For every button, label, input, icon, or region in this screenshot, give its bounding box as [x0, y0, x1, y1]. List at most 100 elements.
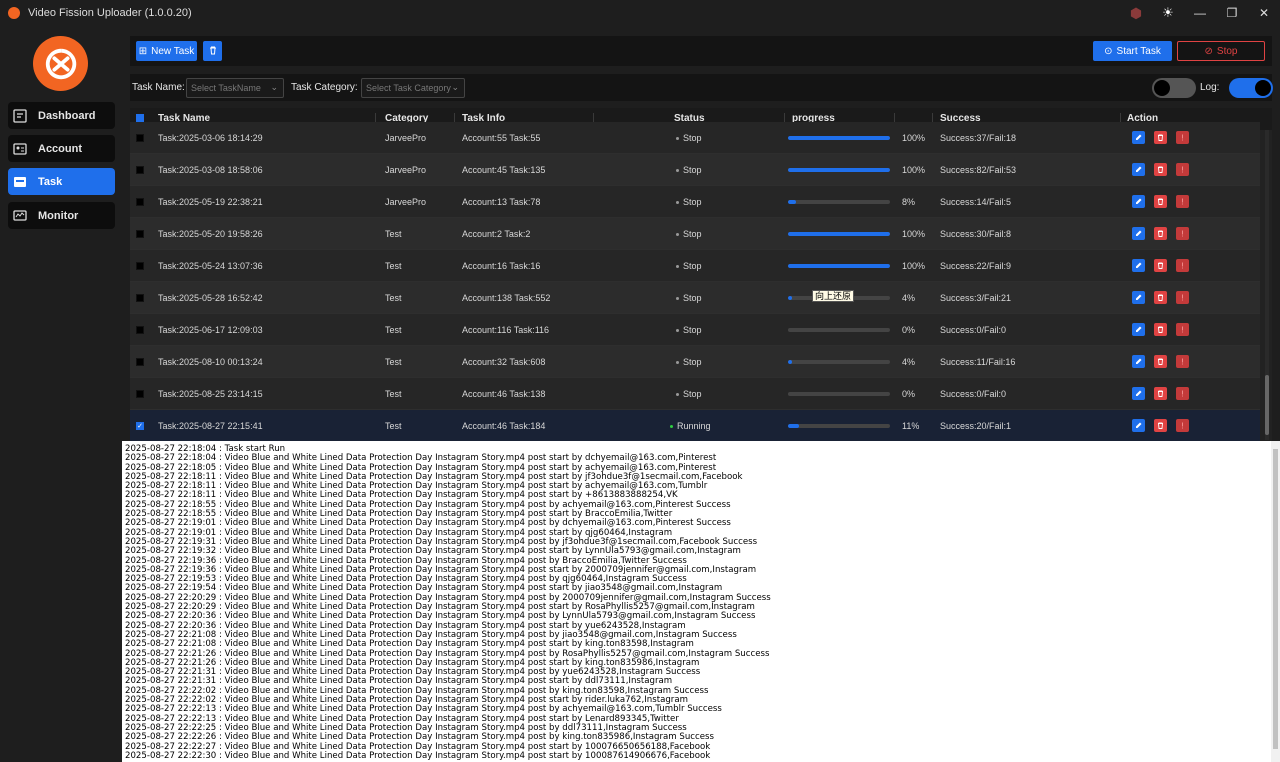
- row-checkbox[interactable]: [136, 326, 144, 334]
- delete-task-button[interactable]: [1154, 163, 1167, 176]
- sidebar-item-account[interactable]: Account: [8, 135, 115, 162]
- delete-task-button[interactable]: [1154, 291, 1167, 304]
- task-detail-button[interactable]: [1176, 419, 1189, 432]
- row-checkbox[interactable]: [136, 230, 144, 238]
- edit-task-button[interactable]: [1132, 355, 1145, 368]
- task-info-cell: Account:46 Task:184: [462, 421, 546, 431]
- minimize-icon[interactable]: —: [1184, 0, 1216, 26]
- table-scrollbar[interactable]: [1265, 130, 1269, 440]
- table-row[interactable]: Task:2025-08-25 23:14:15 Test Account:46…: [130, 378, 1260, 410]
- table-row[interactable]: Task:2025-06-17 12:09:03 Test Account:11…: [130, 314, 1260, 346]
- edit-task-button[interactable]: [1132, 387, 1145, 400]
- delete-task-button[interactable]: [1154, 227, 1167, 240]
- status-text: Stop: [683, 325, 702, 335]
- row-checkbox[interactable]: [136, 134, 144, 142]
- status-dot: [676, 137, 679, 141]
- edit-task-button[interactable]: [1132, 195, 1145, 208]
- edit-task-button[interactable]: [1132, 291, 1145, 304]
- edit-task-button[interactable]: [1132, 163, 1145, 176]
- close-icon[interactable]: ✕: [1248, 0, 1280, 26]
- success-cell: Success:11/Fail:16: [940, 357, 1016, 367]
- table-row[interactable]: Task:2025-05-19 22:38:21 JarveePro Accou…: [130, 186, 1260, 218]
- table-row[interactable]: Task:2025-05-20 19:58:26 Test Account:2 …: [130, 218, 1260, 250]
- chevron-down-icon: ⌄: [451, 82, 459, 92]
- table-row[interactable]: Task:2025-03-08 18:58:06 JarveePro Accou…: [130, 154, 1260, 186]
- task-detail-button[interactable]: [1176, 163, 1189, 176]
- edit-task-button[interactable]: [1132, 227, 1145, 240]
- status-text: Stop: [683, 229, 702, 239]
- scrollbar-thumb[interactable]: [1265, 375, 1269, 435]
- progress-text: 8%: [902, 197, 916, 207]
- theme-toggle-sun-icon[interactable]: ☀: [1152, 0, 1184, 26]
- edit-task-button[interactable]: [1132, 131, 1145, 144]
- row-checkbox[interactable]: [136, 198, 144, 206]
- status-text: Running: [677, 421, 711, 431]
- progress-bar: [788, 232, 890, 236]
- delete-task-button[interactable]: [1154, 195, 1167, 208]
- task-detail-button[interactable]: [1176, 355, 1189, 368]
- task-name-select[interactable]: Select TaskName ⌄: [186, 78, 284, 98]
- task-detail-button[interactable]: [1176, 291, 1189, 304]
- table-row[interactable]: Task:2025-05-28 16:52:42 Test Account:13…: [130, 282, 1260, 314]
- progress-fill: [788, 200, 797, 204]
- select-all-checkbox[interactable]: [136, 114, 144, 122]
- table-row[interactable]: Task:2025-05-24 13:07:36 Test Account:16…: [130, 250, 1260, 282]
- sidebar-item-task[interactable]: Task: [8, 168, 115, 195]
- auto-toggle-switch[interactable]: [1152, 78, 1196, 98]
- delete-task-button[interactable]: [1154, 131, 1167, 144]
- delete-task-button[interactable]: [1154, 419, 1167, 432]
- success-cell: Success:20/Fail:1: [940, 421, 1012, 431]
- settings-icon[interactable]: ⬢: [1120, 0, 1152, 26]
- row-checkbox[interactable]: [136, 358, 144, 366]
- scrollbar-thumb[interactable]: [1273, 449, 1278, 749]
- delete-task-button[interactable]: [1154, 355, 1167, 368]
- status-text: Stop: [683, 293, 702, 303]
- row-checkbox[interactable]: [136, 262, 144, 270]
- start-task-button[interactable]: ⊙ Start Task: [1093, 41, 1172, 61]
- task-detail-button[interactable]: [1176, 131, 1189, 144]
- category-cell: JarveePro: [385, 165, 427, 175]
- task-detail-button[interactable]: [1176, 323, 1189, 336]
- task-category-select[interactable]: Select Task Category ⌄: [361, 78, 465, 98]
- stop-icon: ⊘: [1204, 45, 1213, 57]
- new-task-button[interactable]: ⊞ New Task: [136, 41, 197, 61]
- task-detail-button[interactable]: [1176, 227, 1189, 240]
- category-cell: Test: [385, 357, 402, 367]
- row-checkbox[interactable]: ✓: [136, 422, 144, 430]
- sidebar-item-dashboard[interactable]: Dashboard: [8, 102, 115, 129]
- task-detail-button[interactable]: [1176, 259, 1189, 272]
- task-name-cell: Task:2025-05-28 16:52:42: [158, 293, 263, 303]
- delete-all-button[interactable]: [203, 41, 222, 61]
- status-cell: Stop: [676, 122, 702, 154]
- status-text: Stop: [683, 165, 702, 175]
- log-toggle-switch[interactable]: [1229, 78, 1273, 98]
- task-name-label: Task Name:: [132, 82, 185, 93]
- log-scrollbar[interactable]: [1271, 441, 1280, 762]
- row-checkbox[interactable]: [136, 390, 144, 398]
- edit-task-button[interactable]: [1132, 323, 1145, 336]
- edit-task-button[interactable]: [1132, 259, 1145, 272]
- delete-task-button[interactable]: [1154, 259, 1167, 272]
- progress-text: 4%: [902, 357, 916, 367]
- sidebar: Dashboard Account Task Monitor: [0, 26, 122, 762]
- category-cell: Test: [385, 325, 402, 335]
- table-row[interactable]: ✓ Task:2025-08-27 22:15:41 Test Account:…: [130, 410, 1260, 441]
- status-cell: Stop: [676, 186, 702, 218]
- restore-icon[interactable]: ❐: [1216, 0, 1248, 26]
- sidebar-item-monitor[interactable]: Monitor: [8, 202, 115, 229]
- edit-task-button[interactable]: [1132, 419, 1145, 432]
- table-row[interactable]: Task:2025-08-10 00:13:24 Test Account:32…: [130, 346, 1260, 378]
- row-checkbox[interactable]: [136, 294, 144, 302]
- table-row[interactable]: Task:2025-03-06 18:14:29 JarveePro Accou…: [130, 122, 1260, 154]
- category-cell: Test: [385, 229, 402, 239]
- delete-task-button[interactable]: [1154, 387, 1167, 400]
- progress-fill: [788, 296, 793, 300]
- stop-button[interactable]: ⊘ Stop: [1177, 41, 1265, 61]
- task-category-label: Task Category:: [291, 82, 358, 93]
- task-info-cell: Account:55 Task:55: [462, 133, 541, 143]
- task-detail-button[interactable]: [1176, 195, 1189, 208]
- row-checkbox[interactable]: [136, 166, 144, 174]
- task-detail-button[interactable]: [1176, 387, 1189, 400]
- delete-task-button[interactable]: [1154, 323, 1167, 336]
- log-panel[interactable]: 2025-08-27 22:18:04 : Task start Run 2025…: [122, 441, 1272, 762]
